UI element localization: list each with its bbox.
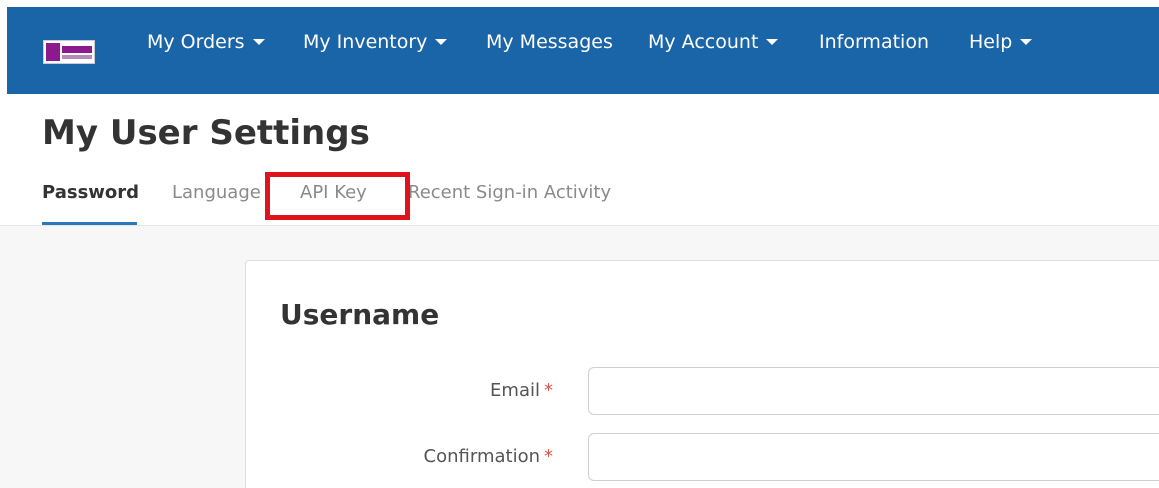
tab-api-key[interactable]: API Key <box>300 182 367 203</box>
nav-help[interactable]: Help <box>969 31 1033 53</box>
card-title: Username <box>280 298 440 331</box>
nav-label: My Messages <box>486 31 613 53</box>
caret-down-icon <box>252 39 265 45</box>
nav-my-inventory[interactable]: My Inventory <box>303 31 448 53</box>
nav-my-messages[interactable]: My Messages <box>486 31 613 53</box>
required-asterisk: * <box>544 380 553 401</box>
email-field[interactable] <box>588 367 1159 415</box>
nav-my-account[interactable]: My Account <box>648 31 779 53</box>
game-logo-icon[interactable] <box>43 40 95 64</box>
nav-label: My Inventory <box>303 31 428 53</box>
tab-language[interactable]: Language <box>172 182 261 203</box>
confirmation-label-text: Confirmation <box>423 446 540 467</box>
confirmation-field[interactable] <box>588 433 1159 481</box>
nav-label: My Account <box>648 31 759 53</box>
confirmation-label: Confirmation * <box>253 446 553 467</box>
tab-password[interactable]: Password <box>42 182 139 203</box>
required-asterisk: * <box>544 446 553 467</box>
nav-my-orders[interactable]: My Orders <box>147 31 265 53</box>
caret-down-icon <box>1020 39 1033 45</box>
email-label: Email * <box>253 380 553 401</box>
page-title: My User Settings <box>42 113 370 153</box>
nav-label: Information <box>819 31 929 53</box>
nav-information[interactable]: Information <box>819 31 929 53</box>
nav-label: Help <box>969 31 1013 53</box>
nav-label: My Orders <box>147 31 245 53</box>
caret-down-icon <box>766 39 779 45</box>
caret-down-icon <box>435 39 448 45</box>
tab-recent-sign-in-activity[interactable]: Recent Sign-in Activity <box>408 182 611 203</box>
email-label-text: Email <box>490 380 540 401</box>
